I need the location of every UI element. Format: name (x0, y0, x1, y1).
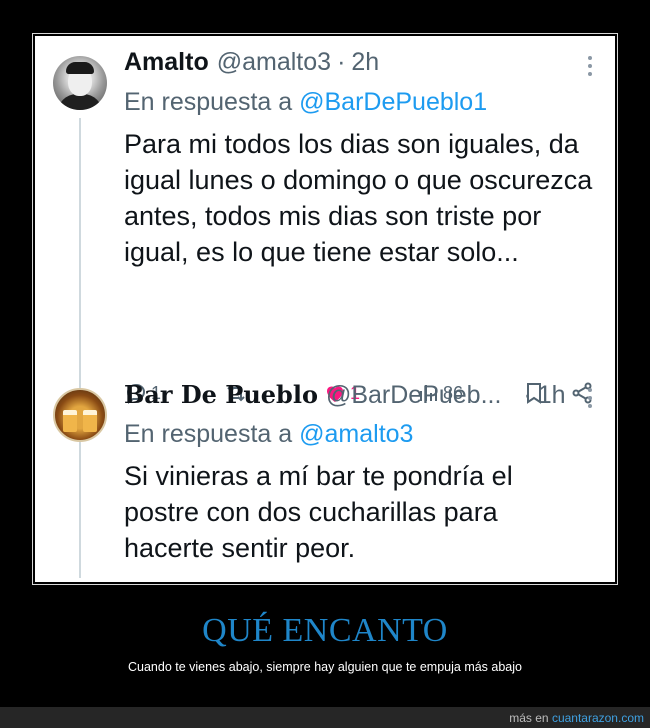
user-handle[interactable]: @amalto3 (217, 48, 331, 77)
avatar[interactable] (53, 56, 107, 110)
footer-text: más en cuantarazon.com (509, 711, 644, 725)
separator: · (523, 381, 532, 409)
display-name[interactable]: Bar De Pueblo (124, 380, 318, 409)
reply-prefix: En respuesta a (124, 88, 293, 116)
tweet-header: Bar De Pueblo @BarDePueb... · 1h (124, 380, 566, 414)
user-handle[interactable]: @BarDePueb... (326, 381, 501, 410)
reply-mention[interactable]: @BarDePueblo1 (299, 88, 487, 116)
avatar[interactable] (53, 388, 107, 442)
tweet-text: Si vinieras a mí bar te pondría el postr… (124, 461, 513, 563)
site-link[interactable]: cuantarazon.com (552, 711, 644, 725)
thread-line (79, 118, 81, 578)
reply-prefix: En respuesta a (124, 420, 293, 448)
separator: · (337, 48, 346, 76)
reply-context: En respuesta a @amalto3 (124, 420, 413, 449)
display-name[interactable]: Amalto (124, 48, 209, 77)
caption-title: QUÉ ENCANTO (202, 612, 448, 649)
timestamp[interactable]: 2h (351, 48, 379, 77)
caption-subtitle: Cuando te vienes abajo, siempre hay algu… (127, 660, 522, 674)
tweet-card: Amalto @amalto3 · 2h En respuesta a @Bar… (35, 36, 615, 582)
reply-mention[interactable]: @amalto3 (299, 420, 413, 448)
more-icon[interactable] (587, 388, 593, 412)
reply-context: En respuesta a @BarDePueblo1 (124, 88, 487, 117)
tweet-header: Amalto @amalto3 · 2h (124, 48, 379, 82)
footer-bar: más en cuantarazon.com (0, 707, 650, 728)
more-icon[interactable] (587, 56, 593, 80)
footer-prefix: más en (509, 711, 549, 725)
tweet-text: Para mi todos los dias son iguales, da i… (124, 129, 593, 267)
timestamp[interactable]: 1h (538, 381, 566, 410)
